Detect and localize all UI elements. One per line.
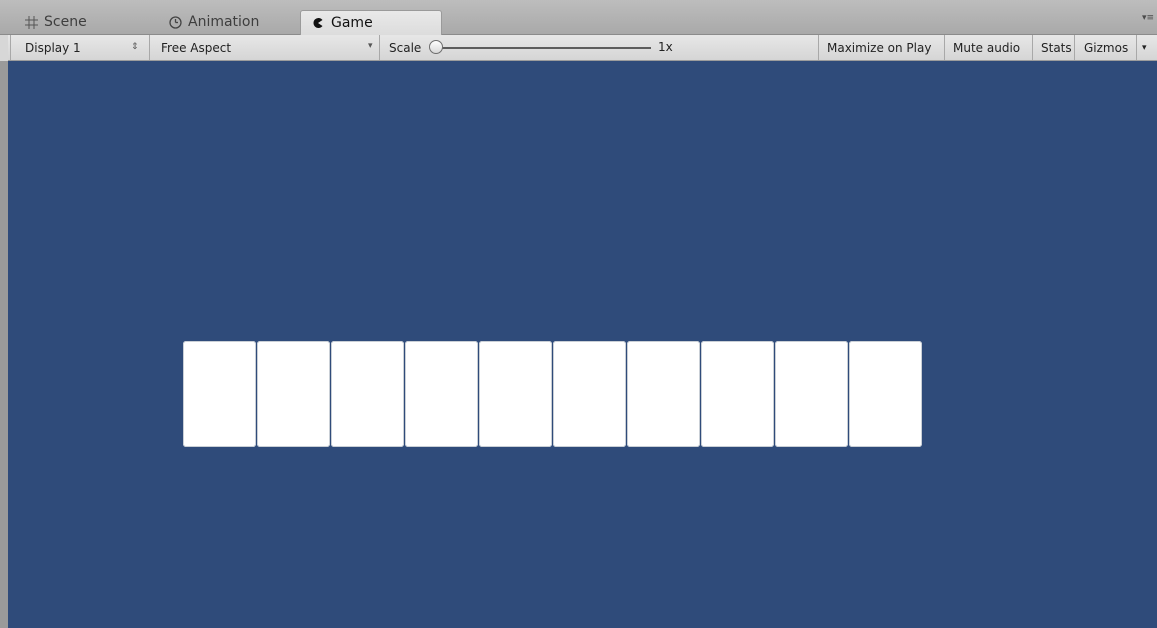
- gizmos-label: Gizmos: [1084, 40, 1129, 55]
- card-row: [183, 341, 922, 447]
- card[interactable]: [479, 341, 552, 447]
- stats-label: Stats: [1041, 40, 1072, 55]
- pacman-icon: [311, 16, 325, 30]
- card[interactable]: [257, 341, 330, 447]
- tab-scene-label: Scene: [44, 14, 87, 30]
- card[interactable]: [849, 341, 922, 447]
- scale-slider-thumb[interactable]: [429, 40, 443, 54]
- aspect-dropdown[interactable]: Free Aspect ▾: [149, 35, 377, 60]
- tab-animation-label: Animation: [188, 14, 260, 30]
- scale-label: Scale: [389, 40, 422, 55]
- mute-audio-label: Mute audio: [953, 40, 1021, 55]
- card[interactable]: [701, 341, 774, 447]
- game-toolbar: Display 1 ⇕ Free Aspect ▾ Scale 1x Maxim…: [8, 35, 1157, 61]
- dropdown-arrow-icon: ▾: [368, 41, 373, 51]
- tab-game[interactable]: Game: [300, 10, 442, 35]
- card[interactable]: [627, 341, 700, 447]
- card[interactable]: [775, 341, 848, 447]
- card[interactable]: [331, 341, 404, 447]
- game-viewport[interactable]: [8, 61, 1157, 628]
- tab-game-label: Game: [331, 15, 373, 31]
- clock-icon: [168, 15, 182, 29]
- panel-left-border: [0, 61, 8, 628]
- scale-control: Scale 1x: [379, 35, 824, 60]
- updown-arrows-icon: ⇕: [131, 42, 139, 52]
- scale-slider-track[interactable]: [436, 47, 651, 49]
- card[interactable]: [405, 341, 478, 447]
- scale-value: 1x: [658, 40, 673, 54]
- card[interactable]: [553, 341, 626, 447]
- aspect-dropdown-value: Free Aspect: [161, 40, 232, 55]
- tab-animation[interactable]: Animation: [158, 10, 294, 34]
- tab-scene[interactable]: Scene: [16, 10, 148, 34]
- gizmos-toggle[interactable]: Gizmos: [1074, 35, 1136, 60]
- stats-toggle[interactable]: Stats: [1032, 35, 1074, 60]
- display-dropdown[interactable]: Display 1 ⇕: [10, 35, 145, 60]
- gizmos-dropdown-icon[interactable]: ▾: [1136, 35, 1154, 60]
- maximize-on-play-toggle[interactable]: Maximize on Play: [818, 35, 944, 60]
- editor-tab-bar: Scene Animation Game ▾≡: [0, 0, 1157, 35]
- grid-icon: [24, 15, 38, 29]
- card[interactable]: [183, 341, 256, 447]
- mute-audio-toggle[interactable]: Mute audio: [944, 35, 1032, 60]
- maximize-on-play-label: Maximize on Play: [827, 40, 932, 55]
- tab-context-menu-icon[interactable]: ▾≡: [1142, 14, 1154, 23]
- display-dropdown-value: Display 1: [25, 40, 81, 55]
